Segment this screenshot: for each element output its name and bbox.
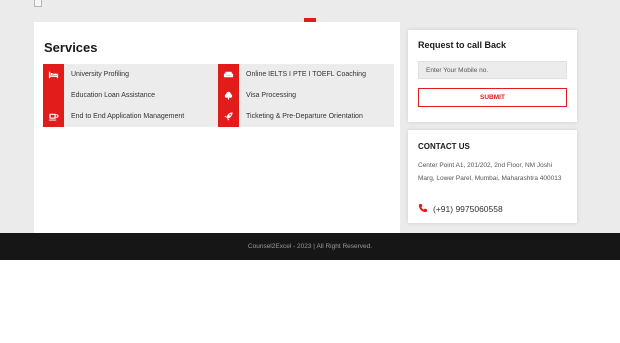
service-label: Education Loan Assistance [71, 92, 156, 99]
service-label: Online IELTS I PTE I TOEFL Coaching [246, 71, 366, 78]
service-item-ticketing[interactable]: Ticketing & Pre-Departure Orientation [218, 106, 363, 127]
top-checkbox[interactable] [34, 0, 42, 7]
sofa-icon [218, 64, 239, 85]
services-title: Services [44, 40, 98, 55]
service-item-application-management[interactable]: End to End Application Management [43, 106, 184, 127]
services-card: Services University Profiling Online IEL… [34, 22, 400, 233]
phone-icon [418, 200, 428, 218]
bed-icon [43, 64, 64, 85]
service-item-online-coaching[interactable]: Online IELTS I PTE I TOEFL Coaching [218, 64, 366, 85]
rocket-icon [218, 106, 239, 127]
submit-button[interactable]: SUBMIT [418, 88, 567, 107]
contact-title: CONTACT US [418, 142, 470, 151]
service-item-visa-processing[interactable]: Visa Processing [218, 85, 296, 106]
tree-icon [218, 85, 239, 106]
service-item-education-loan[interactable]: Education Loan Assistance [43, 85, 155, 106]
footer: Counsel2Excel - 2023 | All Right Reserve… [0, 233, 620, 260]
money-icon [43, 85, 64, 106]
footer-copyright: Counsel2Excel - 2023 | All Right Reserve… [247, 243, 373, 250]
callback-card: Request to call Back SUBMIT [408, 30, 577, 122]
services-grid: University Profiling Online IELTS I PTE … [43, 64, 394, 127]
service-label: University Profiling [71, 71, 129, 78]
service-item-university-profiling[interactable]: University Profiling [43, 64, 129, 85]
contact-address: Center Point A1, 201/202, 2nd Floor, NM … [418, 162, 562, 182]
service-label: End to End Application Management [71, 113, 185, 120]
coffee-icon [43, 106, 64, 127]
service-label: Ticketing & Pre-Departure Orientation [246, 113, 363, 120]
phone-number: (+91) 9975060558 [433, 204, 503, 214]
service-label: Visa Processing [246, 92, 297, 99]
contact-card: CONTACT US Center Point A1, 201/202, 2nd… [408, 130, 577, 223]
callback-title: Request to call Back [418, 40, 507, 50]
contact-phone[interactable]: (+91) 9975060558 [418, 200, 503, 218]
mobile-number-input[interactable] [418, 61, 567, 79]
